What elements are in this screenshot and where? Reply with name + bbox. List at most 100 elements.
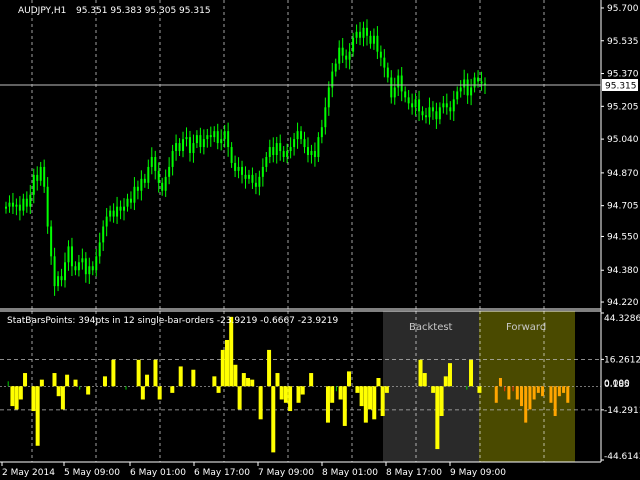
candle-body [136,186,139,191]
indicator-bar [528,386,532,410]
indicator-bar [233,364,238,387]
candle-body [175,143,178,152]
indicator-bar [355,386,360,393]
indicator-bar [216,386,221,393]
candle-body [192,143,195,154]
price-tick-label: 95.040 [607,135,639,145]
candle-body [39,166,42,181]
candle-body [268,147,271,157]
price-tick-label: 95.205 [607,102,639,112]
candle-body [154,156,157,171]
candle-body [424,115,427,118]
candle-body [251,174,254,183]
price-tick-label: 94.870 [607,169,639,179]
candle-body [199,135,202,148]
ohlc-values: 95.351 95.383 95.305 95.315 [76,6,211,16]
candle-body [241,166,244,175]
indicator-bar [376,378,381,387]
candle-body [397,75,400,88]
candle-body [282,151,285,157]
indicator-bar [477,386,482,393]
indicator-bar [380,386,385,417]
indicator-bar [102,376,107,387]
indicator-bar [562,386,566,393]
candle-body [119,206,122,211]
indicator-bar [241,373,246,387]
candle-body [74,266,77,271]
indicator-bar [507,386,511,400]
indicator-bar [18,386,23,400]
candle-body [178,143,181,152]
candle-body [404,91,407,98]
indicator-bar [536,386,540,393]
candle-body [365,27,368,36]
candle-body [112,210,115,217]
indicator-bar [60,386,65,410]
candle-body [418,99,421,112]
indicator-caption: StatBarsPoints: 394pts in 12 single-bar-… [7,316,339,326]
candle-body [313,151,316,157]
candle-body [25,198,28,207]
indicator-bar [359,386,364,407]
trading-chart[interactable]: 95.315 AUDJPY,H1 95.351 95.383 95.305 95… [0,0,640,480]
candle-body [386,67,389,78]
candle-body [91,266,94,271]
indicator-level-label-b: 0.185 [604,380,630,390]
indicator-bar [125,386,127,390]
candle-body [456,91,459,100]
candle-body [258,176,261,187]
candle-body [293,139,296,148]
indicator-bar [384,386,389,393]
candle-body [116,206,119,217]
candle-body [452,99,455,112]
candle-body [306,147,309,155]
candle-body [109,210,112,217]
candle-body [275,143,278,155]
candle-body [43,166,46,187]
candle-body [348,51,351,60]
candle-body [272,147,275,155]
candle-body [362,27,365,38]
candle-body [289,147,292,152]
indicator-bar [191,369,196,387]
candle-body [442,103,445,108]
candle-body [376,35,379,52]
indicator-bar [39,379,44,387]
candle-body [209,135,212,138]
price-tick-label: 95.535 [607,37,639,47]
candle-body [296,131,299,140]
indicator-bar [342,386,347,426]
candle-body [317,137,320,157]
indicator-bar [296,386,301,403]
indicator-bar [275,373,280,387]
indicator-bar [338,386,343,400]
indicator-bar [422,373,427,387]
time-tick-label: 2 May 2014 [2,468,55,478]
candle-body [237,166,240,171]
indicator-bar [258,386,263,420]
indicator-bar [140,386,145,400]
indicator-tick-label: 16.2612 [604,355,640,365]
price-tick-label: 94.705 [607,202,639,212]
candle-body [195,135,198,144]
candle-body [463,79,466,88]
indicator-bar [220,349,225,387]
candle-body [303,139,306,148]
indicator-bar [86,386,91,395]
indicator-tick-label: -44.6143 [604,452,640,462]
indicator-bar [153,359,158,387]
indicator-bar [325,386,330,423]
candle-body [431,107,434,112]
candle-body [57,276,60,287]
indicator-bar [31,386,36,412]
candle-body [18,204,21,211]
indicator-bar [23,373,28,387]
indicator-bar [309,373,314,387]
candle-body [223,131,226,140]
candle-body [202,139,205,148]
price-tick-label: 94.380 [607,266,639,276]
candle-body [407,97,410,104]
indicator-bar [330,386,335,403]
candle-body [15,204,18,207]
backtest-label: Backtest [409,322,453,333]
